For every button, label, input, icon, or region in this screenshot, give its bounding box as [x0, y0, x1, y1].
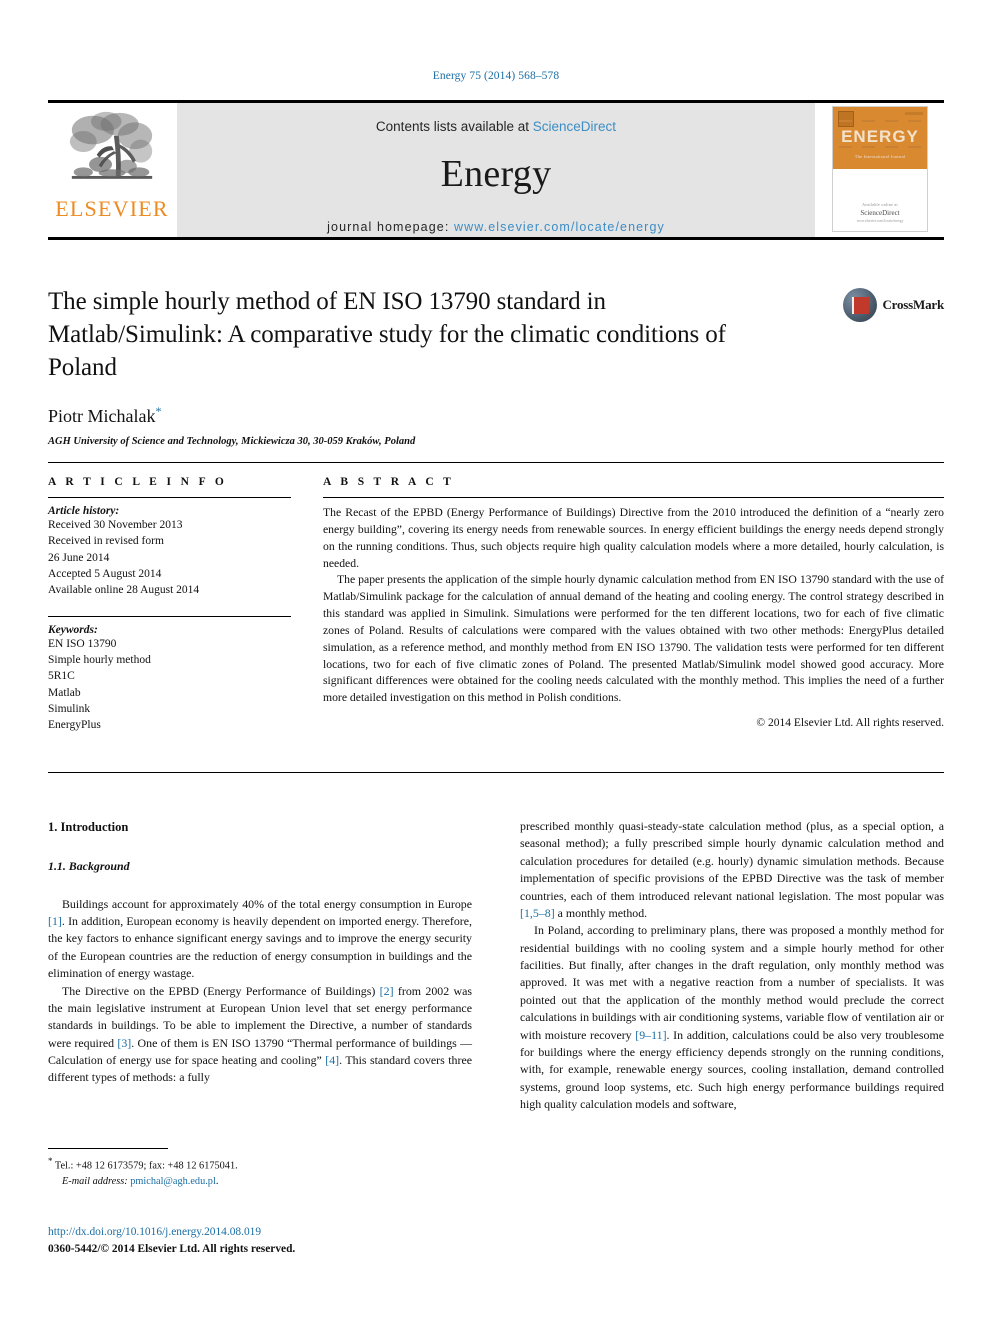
keywords-label: Keywords:: [48, 623, 98, 636]
elsevier-wordmark: ELSEVIER: [55, 196, 169, 221]
info-abstract-region: A R T I C L E I N F O Article history: R…: [48, 476, 944, 734]
history-item: 26 June 2014: [48, 551, 110, 564]
abstract-body: The Recast of the EPBD (Energy Performan…: [323, 505, 944, 707]
body-paragraph: Buildings account for approximately 40% …: [48, 896, 472, 981]
keywords-rule: [48, 615, 291, 617]
cover-tick-row-bottom: [839, 146, 921, 148]
body-columns: 1. Introduction 1.1. Background Building…: [48, 818, 944, 1113]
issn-copyright-line: 0360-5442/© 2014 Elsevier Ltd. All right…: [48, 1243, 296, 1256]
abstract-paragraph: The Recast of the EPBD (Energy Performan…: [323, 506, 944, 570]
journal-cover-image: ENERGY The International Journal Availab…: [832, 106, 928, 232]
history-item: Accepted 5 August 2014: [48, 567, 162, 580]
article-info-rule: [48, 497, 291, 498]
body-paragraph: prescribed monthly quasi-steady-state ca…: [520, 819, 944, 920]
journal-homepage-line: journal homepage: www.elsevier.com/locat…: [327, 220, 665, 234]
footnote-email-link[interactable]: pmichal@agh.edu.pl: [130, 1176, 216, 1187]
elsevier-tree-icon: [69, 111, 153, 179]
subsection-heading-background: 1.1. Background: [48, 859, 130, 874]
abstract-paragraph: The paper presents the application of th…: [323, 573, 944, 705]
abstract-rule: [323, 497, 944, 498]
article-history-list: Received 30 November 2013 Received in re…: [48, 517, 291, 599]
elsevier-logo: ELSEVIER: [48, 103, 176, 240]
footer-doi-block: http://dx.doi.org/10.1016/j.energy.2014.…: [48, 1224, 608, 1258]
title-area: The simple hourly method of EN ISO 13790…: [48, 286, 944, 447]
sciencedirect-link[interactable]: ScienceDirect: [533, 119, 616, 134]
paper-page: Energy 75 (2014) 568–578 ELSEVIER Conten…: [0, 0, 992, 1323]
footnote-marker: *: [48, 1156, 53, 1166]
article-info-heading: A R T I C L E I N F O: [48, 476, 228, 488]
masthead-bottom-rule: [48, 237, 944, 240]
body-paragraph: The Directive on the EPBD (Energy Perfor…: [48, 983, 472, 1085]
crossmark-icon: [843, 288, 878, 322]
footnote-contact: Tel.: +48 12 6173579; fax: +48 12 617504…: [54, 1160, 238, 1172]
journal-cover-block: ENERGY The International Journal Availab…: [816, 103, 944, 240]
author-name: Piotr Michalak*: [48, 404, 944, 427]
keyword-item: EN ISO 13790: [48, 637, 117, 650]
cover-footer: Available online at ScienceDirect www.el…: [833, 202, 927, 223]
running-head: Energy 75 (2014) 568–578: [432, 70, 560, 82]
cover-subtitle: The International Journal: [854, 154, 906, 159]
footnote-text: * Tel.: +48 12 6173579; fax: +48 12 6175…: [48, 1156, 238, 1187]
citation-ref[interactable]: [1]: [48, 914, 62, 928]
keywords-block: Keywords: EN ISO 13790 Simple hourly met…: [48, 615, 291, 734]
citation-ref[interactable]: [9–11]: [635, 1028, 666, 1042]
keyword-item: 5R1C: [48, 670, 75, 683]
homepage-url-link[interactable]: www.elsevier.com/locate/energy: [454, 220, 665, 234]
history-item: Available online 28 August 2014: [48, 584, 200, 597]
cover-top-band: ENERGY The International Journal: [833, 107, 927, 169]
citation-ref[interactable]: [4]: [325, 1053, 339, 1067]
contents-available-line: Contents lists available at ScienceDirec…: [376, 119, 616, 134]
keyword-item: Simulink: [48, 702, 91, 715]
keyword-item: Matlab: [48, 686, 81, 699]
column-gap: [291, 476, 323, 734]
article-history-label: Article history:: [48, 505, 120, 517]
crossmark-label: CrossMark: [882, 297, 944, 312]
cover-footer-tiny: www.elsevier.com/locate/energy: [856, 219, 904, 223]
article-info-column: A R T I C L E I N F O Article history: R…: [48, 476, 291, 734]
doi-link[interactable]: http://dx.doi.org/10.1016/j.energy.2014.…: [48, 1224, 608, 1241]
abstract-heading: A B S T R A C T: [323, 476, 455, 488]
cover-footer-small: Available online at: [862, 202, 898, 207]
body-column-gap: [472, 818, 520, 1113]
history-item: Received in revised form: [48, 535, 164, 548]
keywords-list: EN ISO 13790 Simple hourly method 5R1C M…: [48, 636, 291, 734]
keyword-item: Simple hourly method: [48, 653, 151, 666]
journal-masthead: ELSEVIER Contents lists available at Sci…: [48, 100, 944, 240]
cover-footer-brand: ScienceDirect: [860, 209, 900, 217]
info-top-rule: [48, 462, 944, 463]
footnote-email-label: E-mail address:: [62, 1175, 128, 1187]
history-item: Received 30 November 2013: [48, 519, 183, 531]
author-label: Piotr Michalak: [48, 406, 156, 427]
keyword-item: EnergyPlus: [48, 719, 101, 732]
abstract-copyright: © 2014 Elsevier Ltd. All rights reserved…: [756, 717, 944, 730]
footnote-rule: [48, 1148, 168, 1149]
citation-ref[interactable]: [3]: [117, 1036, 131, 1050]
author-affiliation: AGH University of Science and Technology…: [48, 436, 416, 448]
cover-publisher-logo-icon: [838, 111, 854, 127]
body-paragraph: In Poland, according to preliminary plan…: [520, 923, 945, 1111]
abstract-column: A B S T R A C T The Recast of the EPBD (…: [323, 476, 944, 734]
journal-band: Contents lists available at ScienceDirec…: [176, 103, 816, 240]
homepage-prefix: journal homepage:: [327, 220, 450, 234]
journal-title: Energy: [440, 153, 552, 195]
author-correspondence-marker: *: [155, 404, 162, 419]
citation-ref[interactable]: [1,5–8]: [520, 906, 555, 920]
cover-corner-mark: [905, 112, 923, 115]
page-title: The simple hourly method of EN ISO 13790…: [48, 288, 726, 381]
section-heading-introduction: 1. Introduction: [48, 820, 129, 834]
citation-ref[interactable]: [2]: [380, 984, 394, 998]
cover-tick-row-top: [839, 120, 921, 122]
body-column-left: 1. Introduction 1.1. Background Building…: [48, 818, 472, 1113]
abstract-bottom-rule: [48, 772, 944, 773]
contents-prefix: Contents lists available at: [375, 119, 530, 134]
crossmark-badge[interactable]: CrossMark: [843, 288, 944, 322]
cover-title: ENERGY: [841, 127, 919, 146]
body-column-right: prescribed monthly quasi-steady-state ca…: [520, 818, 944, 1113]
correspondence-footnote: * Tel.: +48 12 6173579; fax: +48 12 6175…: [48, 1148, 472, 1189]
